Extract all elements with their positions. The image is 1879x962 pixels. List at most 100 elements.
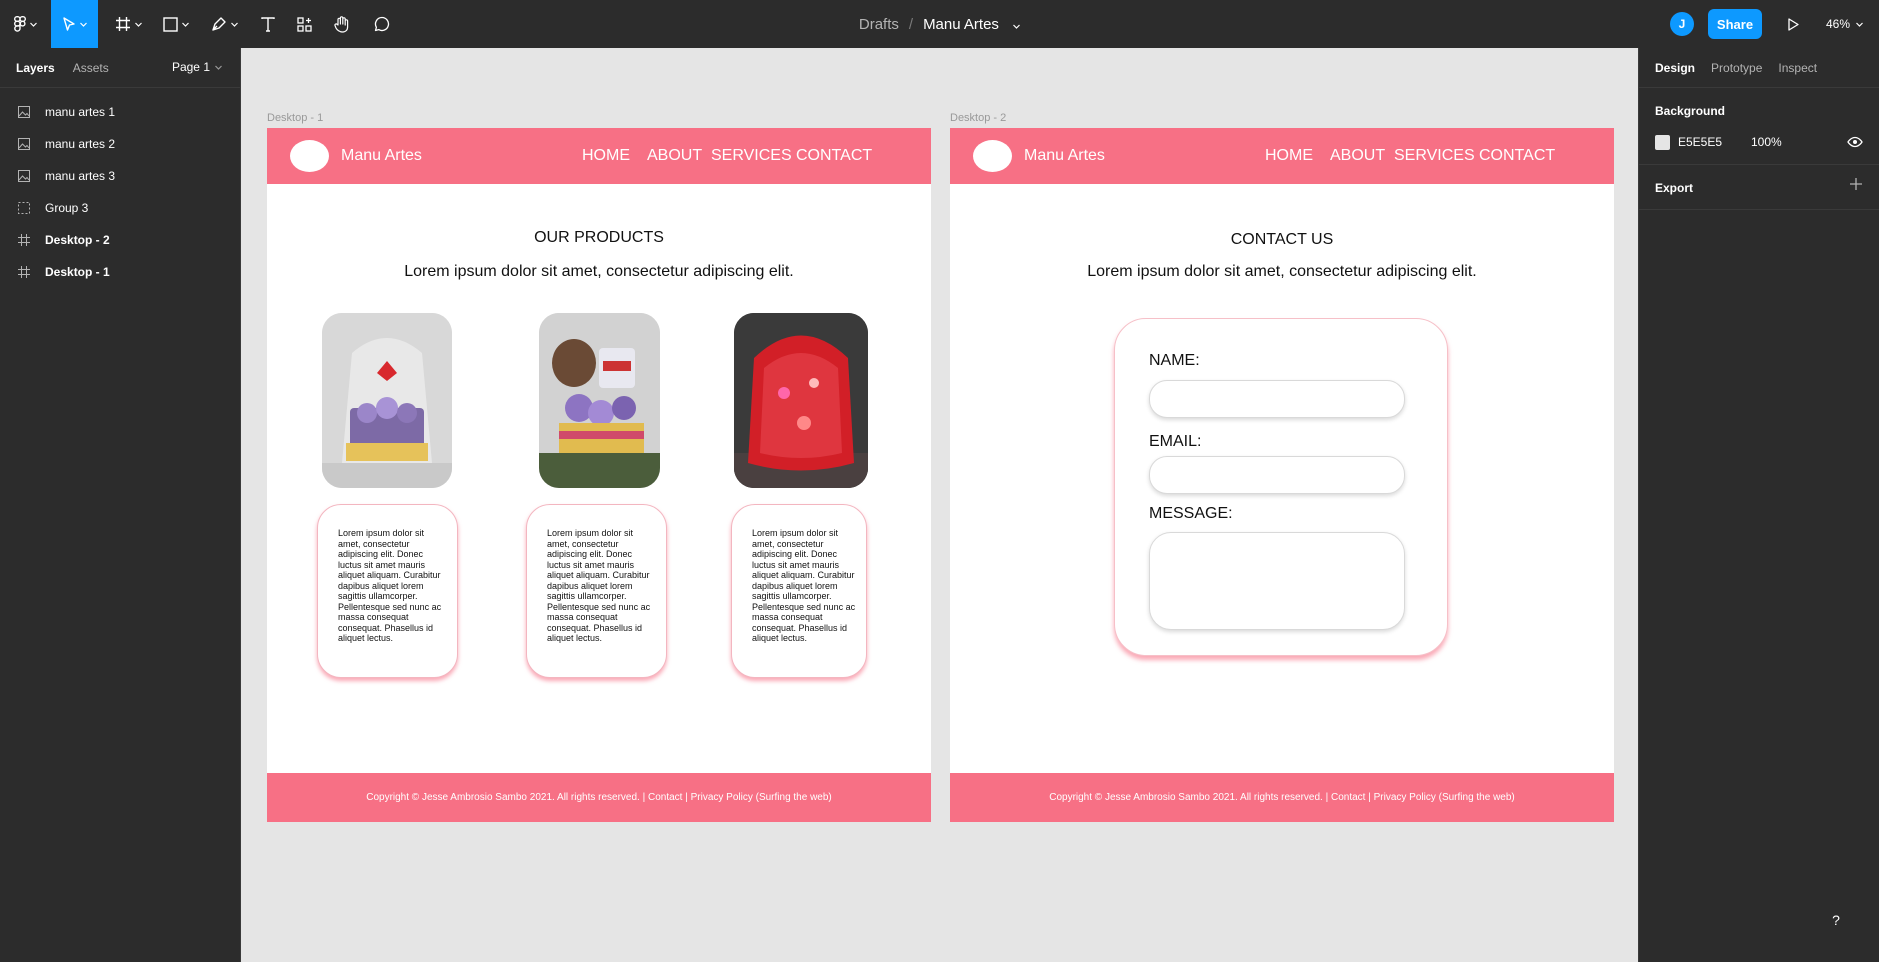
name-field[interactable] <box>1149 380 1405 418</box>
pen-nib-icon <box>211 17 226 31</box>
components-grid-icon <box>296 16 312 32</box>
layer-item[interactable]: manu artes 3 <box>0 160 240 192</box>
brand-name: Manu Artes <box>341 147 422 164</box>
right-panel-tabs: Design Prototype Inspect <box>1639 48 1879 88</box>
breadcrumb-separator: / <box>908 15 914 33</box>
comment-tool-button[interactable] <box>366 0 398 48</box>
nav-contact[interactable]: CONTACT <box>796 128 872 184</box>
tab-assets[interactable]: Assets <box>73 61 109 75</box>
top-toolbar: Drafts / Manu Artes J Share 46% <box>0 0 1879 48</box>
chevron-down-icon <box>134 22 142 27</box>
frame-label-desktop-2[interactable]: Desktop - 2 <box>950 112 1006 124</box>
product-description: Lorem ipsum dolor sit amet, consectetur … <box>547 528 651 643</box>
frame-desktop-2[interactable]: Manu Artes HOME ABOUT SERVICES CONTACT C… <box>950 128 1614 822</box>
chevron-down-icon <box>1856 22 1863 27</box>
nav-about[interactable]: ABOUT <box>1330 128 1385 184</box>
breadcrumb-drafts[interactable]: Drafts <box>859 16 899 33</box>
share-button[interactable]: Share <box>1708 9 1762 39</box>
frame-desktop-1[interactable]: Manu Artes HOME ABOUT SERVICES CONTACT O… <box>267 128 931 822</box>
site-footer: Copyright © Jesse Ambrosio Sambo 2021. A… <box>267 773 931 822</box>
layers-panel: Layers Assets Page 1 manu artes 1 manu a… <box>0 48 241 962</box>
page-selector[interactable]: Page 1 <box>172 60 222 74</box>
layer-name: Desktop - 2 <box>45 233 110 247</box>
nav-contact[interactable]: CONTACT <box>1479 128 1555 184</box>
layer-item[interactable]: Group 3 <box>0 192 240 224</box>
hand-icon <box>334 15 349 33</box>
layer-item[interactable]: Desktop - 1 <box>0 256 240 288</box>
brand-name: Manu Artes <box>1024 147 1105 164</box>
product-description: Lorem ipsum dolor sit amet, consectetur … <box>752 528 856 643</box>
logo-placeholder <box>973 140 1012 172</box>
section-title: CONTACT US <box>1230 231 1334 248</box>
help-button[interactable]: ? <box>1820 904 1852 936</box>
frame-hash-icon <box>115 17 130 31</box>
background-fill-row: E5E5E5 100% <box>1655 134 1863 150</box>
email-label: EMAIL: <box>1149 433 1202 450</box>
chevron-down-icon <box>29 22 37 27</box>
resources-tool-button[interactable] <box>288 0 320 48</box>
product-image-1[interactable] <box>322 313 452 488</box>
layer-name: Group 3 <box>45 201 89 215</box>
site-footer: Copyright © Jesse Ambrosio Sambo 2021. A… <box>950 773 1614 822</box>
image-icon <box>18 106 30 118</box>
background-title: Background <box>1655 104 1726 118</box>
section-title: OUR PRODUCTS <box>534 229 664 246</box>
add-export-plus-icon[interactable] <box>1849 177 1863 191</box>
product-card-2: Lorem ipsum dolor sit amet, consectetur … <box>526 504 667 678</box>
zoom-menu[interactable]: 46% <box>1826 0 1863 48</box>
pen-tool-button[interactable] <box>204 0 244 48</box>
nav-services[interactable]: SERVICES <box>711 128 792 184</box>
main-menu-button[interactable] <box>8 0 42 48</box>
text-tool-button[interactable] <box>252 0 284 48</box>
tab-inspect[interactable]: Inspect <box>1778 61 1817 75</box>
frame-icon <box>18 234 30 246</box>
nav-home[interactable]: HOME <box>582 128 630 184</box>
tab-layers[interactable]: Layers <box>16 61 55 75</box>
layer-name: manu artes 3 <box>45 169 116 183</box>
background-opacity-input[interactable]: 100% <box>1751 135 1847 149</box>
cursor-arrow-icon <box>62 16 75 31</box>
left-panel-tabs: Layers Assets Page 1 <box>0 48 240 88</box>
chevron-down-icon <box>230 22 238 27</box>
nav-home[interactable]: HOME <box>1265 128 1313 184</box>
email-field[interactable] <box>1149 456 1405 494</box>
layer-item[interactable]: manu artes 1 <box>0 96 240 128</box>
background-section: Background E5E5E5 100% <box>1639 88 1879 165</box>
layer-item[interactable]: manu artes 2 <box>0 128 240 160</box>
nav-about[interactable]: ABOUT <box>647 128 702 184</box>
background-hex-input[interactable]: E5E5E5 <box>1678 135 1751 149</box>
site-header: Manu Artes HOME ABOUT SERVICES CONTACT <box>950 128 1614 184</box>
design-canvas[interactable]: Desktop - 1 Manu Artes HOME ABOUT SERVIC… <box>241 48 1638 962</box>
present-button[interactable] <box>1778 0 1808 48</box>
product-image-3[interactable] <box>734 313 868 488</box>
nav-services[interactable]: SERVICES <box>1394 128 1475 184</box>
eye-icon[interactable] <box>1847 134 1863 150</box>
text-t-icon <box>261 16 275 32</box>
rectangle-icon <box>163 16 178 32</box>
layer-item[interactable]: Desktop - 2 <box>0 224 240 256</box>
hand-tool-button[interactable] <box>326 0 358 48</box>
tab-design[interactable]: Design <box>1655 61 1695 75</box>
chevron-down-icon <box>1013 24 1021 29</box>
background-color-swatch[interactable] <box>1655 134 1670 150</box>
name-label: NAME: <box>1149 352 1200 369</box>
frame-tool-button[interactable] <box>108 0 148 48</box>
file-name-menu[interactable]: Manu Artes <box>923 16 1021 33</box>
section-subtitle: Lorem ipsum dolor sit amet, consectetur … <box>1087 263 1477 280</box>
layer-name: manu artes 2 <box>45 137 116 151</box>
message-field[interactable] <box>1149 532 1405 630</box>
properties-panel: Design Prototype Inspect Background E5E5… <box>1638 48 1879 962</box>
layer-name: Desktop - 1 <box>45 265 110 279</box>
frame-label-desktop-1[interactable]: Desktop - 1 <box>267 112 323 124</box>
site-header: Manu Artes HOME ABOUT SERVICES CONTACT <box>267 128 931 184</box>
logo-placeholder <box>290 140 329 172</box>
product-image-2[interactable] <box>539 313 660 488</box>
shape-tool-button[interactable] <box>156 0 196 48</box>
comment-bubble-icon <box>374 16 390 32</box>
group-icon <box>18 202 30 214</box>
move-tool-button[interactable] <box>51 0 98 48</box>
figma-logo-icon <box>13 16 26 32</box>
frame-icon <box>18 266 30 278</box>
user-avatar[interactable]: J <box>1670 12 1694 36</box>
tab-prototype[interactable]: Prototype <box>1711 61 1762 75</box>
